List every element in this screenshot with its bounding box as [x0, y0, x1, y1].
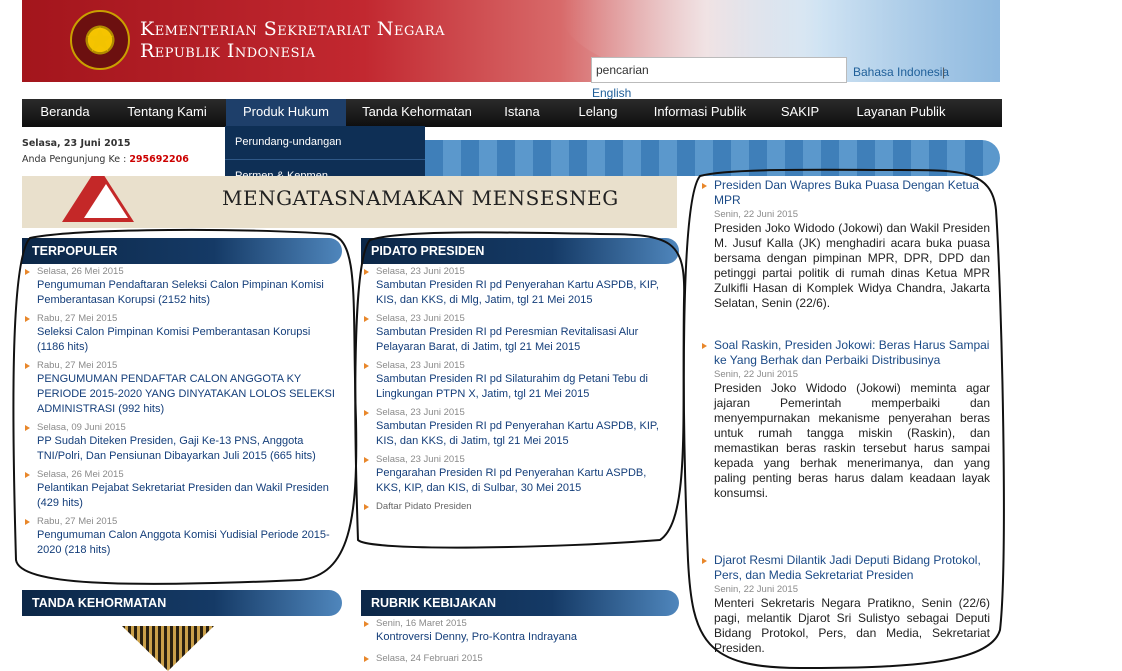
- news-date: Senin, 22 Juni 2015: [714, 584, 798, 595]
- lang-bahasa-indonesia-link[interactable]: Bahasa Indonesia: [853, 65, 949, 79]
- item-date: Selasa, 26 Mei 2015: [37, 266, 124, 277]
- list-item: Selasa, 23 Juni 2015 Sambutan Presiden RI…: [361, 313, 673, 355]
- search-input[interactable]: [591, 57, 847, 83]
- nav-beranda[interactable]: Beranda: [22, 99, 108, 127]
- item-link[interactable]: Pengarahan Presiden RI pd Penyerahan Kar…: [376, 466, 673, 496]
- news-date: Senin, 22 Juni 2015: [714, 369, 798, 380]
- item-link[interactable]: Seleksi Calon Pimpinan Komisi Pemberanta…: [37, 325, 337, 355]
- nav-istana[interactable]: Istana: [488, 99, 556, 127]
- item-link[interactable]: Pengumuman Pendaftaran Seleksi Calon Pim…: [37, 278, 337, 308]
- item-date: Selasa, 23 Juni 2015: [376, 407, 465, 418]
- site-title-line1: Kementerian Sekretariat Negara: [140, 18, 445, 40]
- nav-tentang-kami[interactable]: Tentang Kami: [108, 99, 226, 127]
- item-date: Senin, 16 Maret 2015: [376, 618, 467, 629]
- site-title-line2: Republik Indonesia: [140, 40, 316, 62]
- news-body: Presiden Joko Widodo (Jokowi) dan Wakil …: [714, 221, 990, 310]
- item-date: Selasa, 24 Februari 2015: [376, 653, 483, 664]
- rubrik-list: Senin, 16 Maret 2015 Kontroversi Denny, P…: [361, 618, 673, 665]
- list-item: Selasa, 26 Mei 2015 Pelantikan Pejabat Se…: [22, 469, 337, 511]
- news-date: Senin, 22 Juni 2015: [714, 209, 798, 220]
- current-date: Selasa, 23 Juni 2015: [22, 138, 131, 149]
- news-body: Menteri Sekretaris Negara Pratikno, Seni…: [714, 596, 990, 655]
- item-date: Selasa, 23 Juni 2015: [376, 454, 465, 465]
- news-title[interactable]: Soal Raskin, Presiden Jokowi: Beras Haru…: [714, 338, 990, 368]
- nav-produk-hukum[interactable]: Produk Hukum: [226, 99, 346, 127]
- news-column: Presiden Dan Wapres Buka Puasa Dengan Ke…: [700, 178, 990, 656]
- list-item: Selasa, 23 Juni 2015 Sambutan Presiden RI…: [361, 407, 673, 449]
- item-link[interactable]: Kontroversi Denny, Pro-Kontra Indrayana: [376, 630, 673, 645]
- dropdown-item-perundang-undangan[interactable]: Perundang-undangan: [225, 126, 425, 160]
- list-item: Rabu, 27 Mei 2015 Seleksi Calon Pimpinan …: [22, 313, 337, 355]
- list-item: Selasa, 26 Mei 2015 Pengumuman Pendaftara…: [22, 266, 337, 308]
- item-link[interactable]: Sambutan Presiden RI pd Silaturahim dg P…: [376, 372, 673, 402]
- garuda-emblem-icon[interactable]: ★: [70, 10, 130, 70]
- news-title[interactable]: Djarot Resmi Dilantik Jadi Deputi Bidang…: [714, 553, 990, 583]
- item-link[interactable]: Sambutan Presiden RI pd Penyerahan Kartu…: [376, 419, 673, 449]
- news-body: Presiden Joko Widodo (Jokowi) meminta ag…: [714, 381, 990, 500]
- nav-layanan-publik[interactable]: Layanan Publik: [840, 99, 962, 127]
- item-date: Selasa, 23 Juni 2015: [376, 313, 465, 324]
- slider-headline: MENGATASNAMAKAN MENSESNEG: [222, 186, 619, 210]
- rubrik-kebijakan-header: RUBRIK KEBIJAKAN: [361, 590, 679, 616]
- nav-informasi-publik[interactable]: Informasi Publik: [640, 99, 760, 127]
- item-date: Selasa, 23 Juni 2015: [376, 266, 465, 277]
- item-date: Selasa, 26 Mei 2015: [37, 469, 124, 480]
- list-item: Senin, 16 Maret 2015 Kontroversi Denny, P…: [361, 618, 673, 645]
- list-item: Rabu, 27 Mei 2015 PENGUMUMAN PENDAFTAR CA…: [22, 360, 337, 417]
- nav-tanda-kehormatan[interactable]: Tanda Kehormatan: [346, 99, 488, 127]
- item-date: Selasa, 23 Juni 2015: [376, 360, 465, 371]
- news-item: Presiden Dan Wapres Buka Puasa Dengan Ke…: [700, 178, 990, 338]
- lang-english-link[interactable]: English: [592, 86, 631, 100]
- item-link[interactable]: Pengumuman Calon Anggota Komisi Yudisial…: [37, 528, 337, 558]
- nav-sakip[interactable]: SAKIP: [760, 99, 840, 127]
- visitor-count: 295692206: [129, 154, 189, 165]
- terpopuler-list: Selasa, 26 Mei 2015 Pengumuman Pendaftara…: [22, 266, 337, 558]
- item-date: Selasa, 09 Juni 2015: [37, 422, 126, 433]
- decorative-stripe-bar: [425, 140, 1000, 176]
- warning-sign-inner: [84, 184, 128, 218]
- list-item: Selasa, 23 Juni 2015 Pengarahan Presiden …: [361, 454, 673, 496]
- visitor-counter: Anda Pengunjung Ke : 295692206: [22, 154, 189, 165]
- item-link[interactable]: Sambutan Presiden RI pd Peresmian Revita…: [376, 325, 673, 355]
- terpopuler-header: TERPOPULER: [22, 238, 342, 264]
- list-item: Selasa, 23 Juni 2015 Sambutan Presiden RI…: [361, 266, 673, 308]
- tanda-kehormatan-header: TANDA KEHORMATAN: [22, 590, 342, 616]
- item-date: Rabu, 27 Mei 2015: [37, 516, 118, 527]
- item-link[interactable]: PP Sudah Diteken Presiden, Gaji Ke-13 PN…: [37, 434, 337, 464]
- headline-slider[interactable]: MENGATASNAMAKAN MENSESNEG: [22, 176, 677, 228]
- item-date: Rabu, 27 Mei 2015: [37, 313, 118, 324]
- list-item: Selasa, 09 Juni 2015 PP Sudah Diteken Pre…: [22, 422, 337, 464]
- pidato-list: Selasa, 23 Juni 2015 Sambutan Presiden RI…: [361, 266, 673, 513]
- news-item: Soal Raskin, Presiden Jokowi: Beras Haru…: [700, 338, 990, 553]
- list-item: Rabu, 27 Mei 2015 Pengumuman Calon Anggot…: [22, 516, 337, 558]
- news-item: Djarot Resmi Dilantik Jadi Deputi Bidang…: [700, 553, 990, 656]
- medal-image[interactable]: [122, 626, 214, 671]
- site-title[interactable]: Kementerian Sekretariat Negara Republik …: [140, 18, 445, 62]
- daftar-pidato-link[interactable]: Daftar Pidato Presiden: [376, 501, 673, 513]
- item-link[interactable]: Sambutan Presiden RI pd Penyerahan Kartu…: [376, 278, 673, 308]
- item-link[interactable]: Pelantikan Pejabat Sekretariat Presiden …: [37, 481, 337, 511]
- item-link[interactable]: PENGUMUMAN PENDAFTAR CALON ANGGOTA KY PE…: [37, 372, 337, 417]
- lang-separator: |: [942, 65, 946, 79]
- news-title[interactable]: Presiden Dan Wapres Buka Puasa Dengan Ke…: [714, 178, 990, 208]
- pidato-presiden-header: PIDATO PRESIDEN: [361, 238, 679, 264]
- main-nav: Beranda Tentang Kami Produk Hukum Tanda …: [22, 99, 1002, 127]
- visitor-label: Anda Pengunjung Ke :: [22, 154, 127, 165]
- item-date: Rabu, 27 Mei 2015: [37, 360, 118, 371]
- list-item: Selasa, 23 Juni 2015 Sambutan Presiden RI…: [361, 360, 673, 402]
- list-item: Selasa, 24 Februari 2015: [361, 653, 673, 665]
- list-item: Daftar Pidato Presiden: [361, 501, 673, 513]
- nav-lelang[interactable]: Lelang: [556, 99, 640, 127]
